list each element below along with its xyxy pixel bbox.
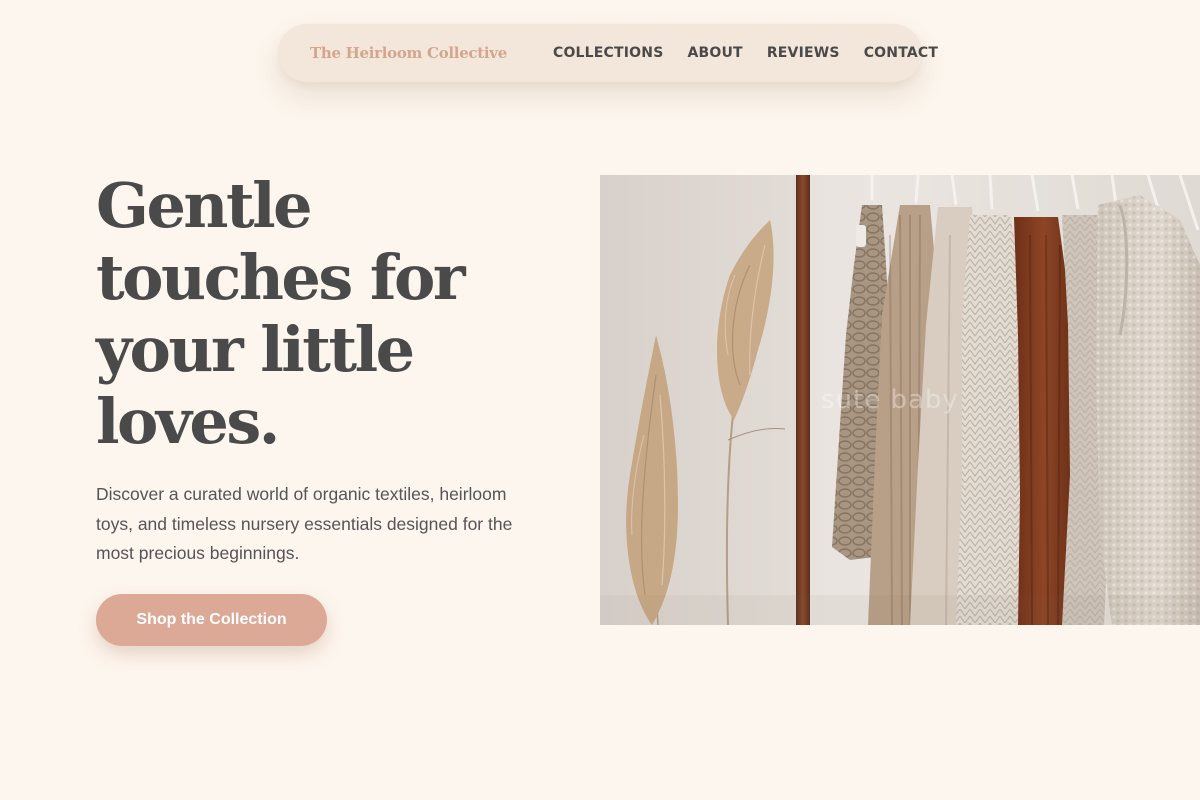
hero-image: sute baby — [600, 175, 1200, 625]
nav-link-about[interactable]: ABOUT — [687, 45, 742, 61]
rust-sweater — [1014, 217, 1074, 625]
clothing-rack-illustration — [600, 175, 1200, 625]
nav-link-reviews[interactable]: REVIEWS — [767, 45, 840, 61]
nav-link-contact[interactable]: CONTACT — [864, 45, 938, 61]
rack-pole — [796, 175, 810, 625]
hero-title-line: touches for — [96, 241, 466, 314]
navbar: The Heirloom Collective COLLECTIONS ABOU… — [278, 24, 938, 82]
shop-collection-button[interactable]: Shop the Collection — [96, 594, 327, 646]
nav-links: COLLECTIONS ABOUT REVIEWS CONTACT — [553, 45, 938, 61]
hero-title-line: your little — [96, 313, 415, 386]
hero-title: Gentle touches for your little loves. — [96, 170, 566, 458]
brand-logo-link[interactable]: The Heirloom Collective — [310, 44, 507, 62]
hero-description: Discover a curated world of organic text… — [96, 484, 513, 563]
hero-title-line: Gentle — [96, 169, 313, 242]
sherpa-jacket — [1096, 195, 1200, 625]
nav-link-collections[interactable]: COLLECTIONS — [553, 45, 664, 61]
hero-title-line: loves. — [96, 385, 280, 458]
